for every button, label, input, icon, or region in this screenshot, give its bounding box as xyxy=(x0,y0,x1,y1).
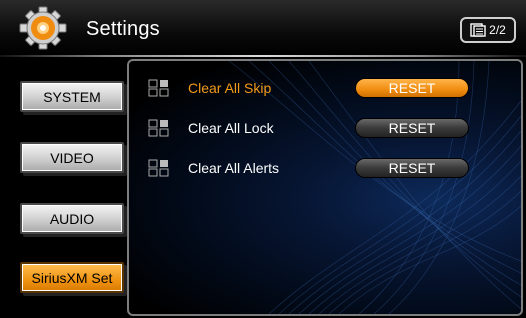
clear-all-lock-row: Clear All Lock RESET xyxy=(129,111,521,145)
sidebar-item-video[interactable]: VIDEO xyxy=(20,142,124,173)
sidebar-item-label: SYSTEM xyxy=(43,88,101,105)
page-indicator-label: 2/2 xyxy=(489,23,506,37)
header-bar: Settings 2/2 xyxy=(0,0,526,56)
sidebar-item-label: AUDIO xyxy=(49,210,95,227)
reset-skip-button[interactable]: RESET xyxy=(355,78,469,98)
clear-all-alerts-label: Clear All Alerts xyxy=(188,160,280,176)
sidebar-item-label: SiriusXM Set xyxy=(31,269,113,286)
sidebar-item-audio[interactable]: AUDIO xyxy=(20,203,124,234)
page-indicator-button[interactable]: 2/2 xyxy=(460,17,516,43)
clear-all-alerts-row: Clear All Alerts RESET xyxy=(129,151,521,185)
gear-icon xyxy=(19,6,67,50)
channel-grid-icon xyxy=(148,119,169,137)
sidebar-item-label: VIDEO xyxy=(50,149,94,166)
reset-alerts-button[interactable]: RESET xyxy=(355,158,469,178)
settings-panel: Clear All Skip RESET Clear All Lock RESE… xyxy=(127,59,523,316)
sidebar-item-system[interactable]: SYSTEM xyxy=(20,81,124,112)
header-divider xyxy=(0,55,526,57)
clear-all-skip-row: Clear All Skip RESET xyxy=(129,71,521,105)
clear-all-lock-label: Clear All Lock xyxy=(188,120,274,136)
pages-icon xyxy=(470,23,486,37)
reset-lock-button[interactable]: RESET xyxy=(355,118,469,138)
channel-grid-icon xyxy=(148,79,169,97)
channel-grid-icon xyxy=(148,159,169,177)
sidebar-item-siriusxm-set[interactable]: SiriusXM Set xyxy=(20,262,124,293)
settings-screen: Settings 2/2 SYSTEM VIDEO AUDIO SiriusXM… xyxy=(0,0,526,318)
clear-all-skip-label: Clear All Skip xyxy=(188,80,272,96)
page-title: Settings xyxy=(86,18,160,40)
